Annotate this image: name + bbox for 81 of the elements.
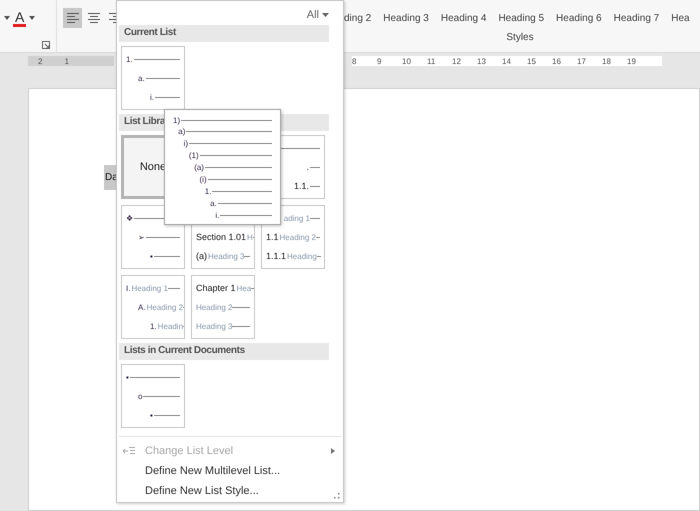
- list-marker: (1): [188, 151, 199, 160]
- align-button[interactable]: [63, 8, 82, 28]
- font-color-button[interactable]: A: [13, 10, 26, 27]
- ruler-number: 1: [64, 56, 69, 66]
- ruler-number: 12: [452, 56, 462, 66]
- resize-grip-icon[interactable]: [334, 493, 340, 499]
- list-marker: 1): [173, 116, 180, 124]
- caret-icon[interactable]: [4, 16, 10, 20]
- list-marker: 1.: [150, 322, 157, 330]
- list-marker: .: [306, 162, 309, 172]
- ruler-number: 2: [38, 56, 42, 66]
- align-lines-icon: [88, 13, 100, 23]
- style-name[interactable]: Heading 4: [440, 13, 486, 24]
- dialog-launcher-icon[interactable]: [42, 41, 50, 49]
- list-marker: ▪: [150, 252, 153, 260]
- style-name[interactable]: ding 2: [344, 13, 372, 24]
- heading-caption: Heading 2: [146, 302, 184, 312]
- list-marker: 1.: [204, 186, 212, 196]
- menu-item[interactable]: Define New List Style...: [117, 481, 343, 501]
- ruler-number: 14: [502, 56, 512, 66]
- list-marker: Chapter 1: [196, 283, 236, 293]
- list-marker: (i): [200, 174, 207, 184]
- list-style-option[interactable]: ▪ o ▪: [121, 364, 185, 428]
- list-style-option[interactable]: I.Heading 1 A.Heading 2 1.Headin: [121, 275, 185, 339]
- list-marker: a.: [210, 198, 217, 208]
- ruler-number: 18: [602, 56, 612, 66]
- ruler-number: 9: [377, 56, 382, 66]
- heading-caption: Heading 3: [196, 322, 232, 330]
- list-marker: o: [138, 392, 142, 400]
- list-style-option[interactable]: Chapter 1 Hea Heading 2 Heading 3: [191, 275, 255, 339]
- list-marker: 1.1: [266, 232, 279, 242]
- heading-caption: Heading 1: [131, 284, 168, 292]
- heading-caption: H: [247, 232, 253, 242]
- list-marker: 1.1.1: [266, 251, 286, 261]
- list-marker: Section 1.01: [196, 232, 246, 242]
- ruler-number: 11: [427, 56, 436, 66]
- heading-caption: Heading 2: [196, 302, 232, 312]
- caret-icon: [322, 13, 329, 17]
- list-marker: A.: [138, 302, 146, 312]
- list-style-option[interactable]: 1. a. i.: [121, 46, 185, 110]
- list-marker: 1.1.: [294, 181, 309, 191]
- heading-caption: ading 1: [284, 214, 310, 222]
- list-marker: ➢: [138, 232, 145, 242]
- filter-dropdown[interactable]: All: [306, 9, 329, 21]
- list-marker: ▪: [150, 410, 153, 420]
- ruler-number: 19: [627, 56, 637, 66]
- style-name[interactable]: Heading 3: [383, 13, 429, 24]
- style-name[interactable]: Heading 7: [614, 13, 660, 24]
- heading-caption: Heading 3: [208, 252, 244, 260]
- list-marker: 1.: [126, 54, 133, 64]
- style-name[interactable]: Heading 6: [556, 13, 602, 24]
- heading-caption: Heading 2: [280, 232, 316, 242]
- list-marker: ▪: [126, 372, 129, 382]
- list-marker: (a): [196, 251, 207, 261]
- section-header: Current List: [119, 25, 329, 42]
- ruler-number: 10: [402, 56, 412, 66]
- list-marker: I.: [126, 284, 130, 292]
- align-lines-icon: [66, 13, 79, 23]
- menu-item[interactable]: Define New Multilevel List...: [117, 461, 343, 481]
- list-marker: i.: [215, 210, 220, 220]
- list-marker: a.: [138, 74, 145, 82]
- style-name[interactable]: Heading 5: [498, 13, 544, 24]
- list-marker: i.: [150, 92, 154, 102]
- caret-icon[interactable]: [29, 16, 36, 20]
- ruler-number: 16: [552, 56, 562, 66]
- list-marker: (a): [194, 163, 204, 172]
- list-style-option[interactable]: ❖ ➢ ▪: [121, 205, 185, 269]
- list-marker: ❖: [126, 214, 133, 222]
- list-marker: i): [184, 139, 188, 148]
- ruler-number: 13: [477, 56, 487, 66]
- ruler-number: 8: [352, 56, 358, 66]
- heading-caption: Heading: [287, 252, 317, 260]
- section-header: Lists in Current Documents: [119, 343, 329, 360]
- heading-caption: Headin: [158, 322, 184, 330]
- list-style-option[interactable]: ading 1 1.1 Heading 2 1.1.1 Heading: [261, 205, 325, 269]
- ruler-number: 15: [527, 56, 537, 66]
- ruler-number: 17: [577, 56, 587, 66]
- indent-icon: [123, 446, 135, 456]
- style-name[interactable]: Hea: [671, 13, 690, 24]
- group-label: Styles: [505, 32, 535, 43]
- heading-caption: Hea: [236, 284, 252, 292]
